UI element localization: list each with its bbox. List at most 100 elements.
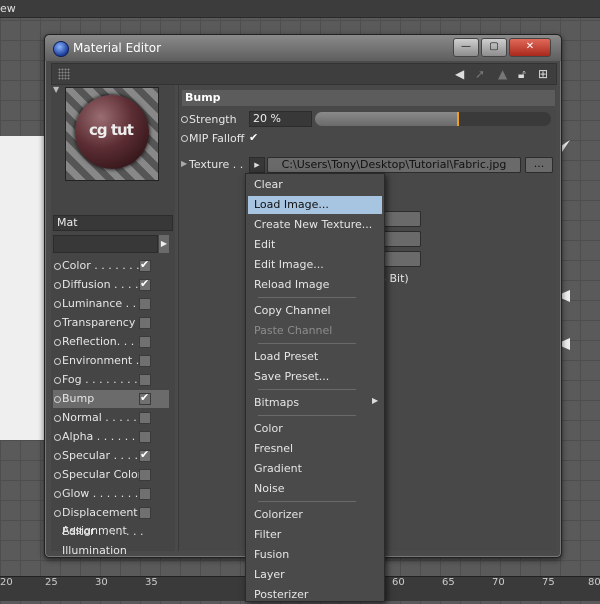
- menu-item-edit[interactable]: Edit: [248, 236, 382, 254]
- channel-specular[interactable]: Specular . . . .: [53, 447, 169, 465]
- channel-checkbox[interactable]: [139, 507, 151, 519]
- menu-item-noise[interactable]: Noise: [248, 480, 382, 498]
- back-arrow-icon[interactable]: ◀: [455, 67, 464, 81]
- strength-slider[interactable]: [315, 112, 551, 126]
- menu-item-clear[interactable]: Clear: [248, 176, 382, 194]
- menu-item-paste-channel[interactable]: Paste Channel: [248, 322, 382, 340]
- up-arrow-icon[interactable]: ▲: [498, 67, 507, 81]
- channel-label: Glow . . . . . . .: [62, 487, 139, 500]
- minimize-button[interactable]: —: [453, 38, 479, 57]
- channel-list-panel: ▼ cg tut Mat ▶ Color . . . . . . . Diffu…: [51, 85, 175, 557]
- channel-dot-icon: [54, 415, 61, 422]
- menu-item-save-preset[interactable]: Save Preset...: [248, 368, 382, 386]
- channel-checkbox[interactable]: [139, 355, 151, 367]
- menu-separator: [258, 297, 356, 298]
- channel-checkbox[interactable]: [139, 448, 151, 462]
- channel-bump[interactable]: Bump: [53, 390, 169, 408]
- strength-input[interactable]: 20 %: [249, 111, 312, 127]
- submenu-arrow-icon: ▶: [372, 396, 379, 405]
- menu-item-color[interactable]: Color: [248, 420, 382, 438]
- channel-dot-icon: [54, 282, 61, 289]
- close-button[interactable]: ✕: [509, 38, 551, 57]
- extra-illumination[interactable]: Illumination: [53, 542, 169, 560]
- channel-checkbox[interactable]: [139, 298, 151, 310]
- channel-fog[interactable]: Fog . . . . . . . . .: [53, 371, 169, 389]
- menu-item-colorizer[interactable]: Colorizer: [248, 506, 382, 524]
- menu-item-copy-channel[interactable]: Copy Channel: [248, 302, 382, 320]
- channel-dot-icon: [54, 358, 61, 365]
- new-panel-icon[interactable]: ⊞: [538, 67, 548, 81]
- menu-item-bitmaps[interactable]: Bitmaps ▶: [248, 394, 382, 412]
- channel-checkbox[interactable]: [139, 258, 151, 272]
- channel-dot-icon: [54, 377, 61, 384]
- menu-item-gradient[interactable]: Gradient: [248, 460, 382, 478]
- channel-glow[interactable]: Glow . . . . . . .: [53, 485, 169, 503]
- channel-checkbox[interactable]: [139, 431, 151, 443]
- channel-label: Diffusion . . . .: [62, 278, 139, 291]
- menu-item-load-image[interactable]: Load Image...: [248, 196, 382, 214]
- menu-item-filter[interactable]: Filter: [248, 526, 382, 544]
- maximize-button[interactable]: ▢: [481, 38, 507, 57]
- channel-label: Displacement: [62, 506, 138, 519]
- preview-logo-text: cg tut: [89, 121, 134, 139]
- channel-checkbox[interactable]: [139, 469, 151, 481]
- menu-separator: [258, 343, 356, 344]
- channel-label: Specular . . . .: [62, 449, 139, 462]
- channel-alpha[interactable]: Alpha . . . . . . .: [53, 428, 169, 446]
- lock-icon[interactable]: 🔓︎: [518, 67, 526, 82]
- channel-checkbox[interactable]: [139, 391, 151, 405]
- menu-item-fresnel[interactable]: Fresnel: [248, 440, 382, 458]
- texture-path-field[interactable]: C:\Users\Tony\Desktop\Tutorial\Fabric.jp…: [267, 157, 521, 173]
- material-search-field[interactable]: [53, 235, 158, 253]
- menu-item-reload-image[interactable]: Reload Image: [248, 276, 382, 294]
- texture-browse-button[interactable]: ...: [525, 157, 553, 173]
- texture-expand-icon[interactable]: ▶: [181, 159, 187, 168]
- menu-item-posterizer[interactable]: Posterizer: [248, 586, 382, 604]
- menu-item-edit-image[interactable]: Edit Image...: [248, 256, 382, 274]
- channel-diffusion[interactable]: Diffusion . . . .: [53, 276, 169, 294]
- channel-checkbox[interactable]: [139, 374, 151, 386]
- menu-item-load-preset[interactable]: Load Preset: [248, 348, 382, 366]
- channel-transparency[interactable]: Transparency: [53, 314, 169, 332]
- extra-assignment[interactable]: Assignment: [53, 524, 169, 579]
- hidden-stepper[interactable]: [379, 251, 421, 267]
- channel-reflection[interactable]: Reflection. . . .: [53, 333, 169, 351]
- channel-checkbox[interactable]: [139, 488, 151, 500]
- channel-label: Color . . . . . . .: [62, 259, 140, 272]
- strength-label: Strength: [189, 113, 237, 126]
- strength-slider-handle[interactable]: [456, 112, 459, 126]
- toolbar-grip-icon[interactable]: [58, 68, 70, 80]
- hidden-stepper[interactable]: [379, 231, 421, 247]
- menu-item-create-new-texture[interactable]: Create New Texture...: [248, 216, 382, 234]
- mip-falloff-checkbox[interactable]: ✔: [249, 131, 259, 144]
- channel-color[interactable]: Color . . . . . . .: [53, 257, 169, 275]
- menu-item-layer[interactable]: Layer: [248, 566, 382, 584]
- material-name-field[interactable]: Mat: [53, 215, 173, 231]
- ruler-tick-label: 60: [392, 577, 405, 588]
- menu-item-fusion[interactable]: Fusion: [248, 546, 382, 564]
- channel-label: Luminance . . .: [62, 297, 144, 310]
- preview-sphere: cg tut: [75, 95, 149, 169]
- hidden-dropdown[interactable]: [379, 211, 421, 227]
- menu-separator: [258, 501, 356, 502]
- channel-displacement[interactable]: Displacement: [53, 504, 169, 522]
- texture-context-menu: Clear Load Image... Create New Texture..…: [245, 173, 385, 602]
- keyframe-dot-icon[interactable]: [181, 135, 188, 142]
- search-arrow-icon[interactable]: ▶: [159, 235, 169, 253]
- channel-luminance[interactable]: Luminance . . .: [53, 295, 169, 313]
- ruler-tick-label: 20: [0, 577, 13, 588]
- channel-checkbox[interactable]: [139, 412, 151, 424]
- channel-normal[interactable]: Normal . . . . . .: [53, 409, 169, 427]
- material-preview[interactable]: cg tut: [65, 87, 159, 181]
- window-titlebar[interactable]: Material Editor — ▢ ✕: [45, 35, 561, 61]
- channel-checkbox[interactable]: [139, 277, 151, 291]
- keyframe-dot-icon[interactable]: [181, 116, 188, 123]
- preview-menu-arrow-icon[interactable]: ▼: [53, 85, 59, 94]
- channel-label: Alpha . . . . . . .: [62, 430, 143, 443]
- channel-checkbox[interactable]: [139, 317, 151, 329]
- channel-checkbox[interactable]: [139, 336, 151, 348]
- texture-menu-button[interactable]: ▶: [249, 157, 265, 173]
- forward-arrow-icon[interactable]: ➚: [475, 67, 485, 81]
- channel-specular-color[interactable]: Specular Color: [53, 466, 169, 484]
- channel-environment[interactable]: Environment . .: [53, 352, 169, 370]
